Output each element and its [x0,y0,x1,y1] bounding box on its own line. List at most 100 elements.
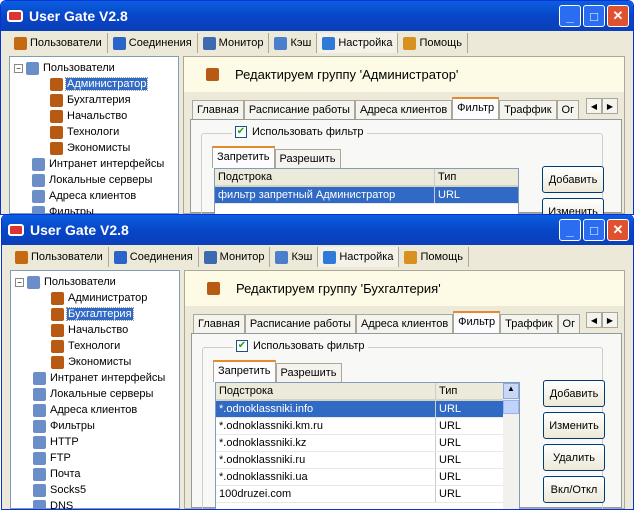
table-row[interactable]: *.odnoklassniki.kz URL [216,435,519,452]
tab-item[interactable]: Главная [192,100,244,119]
tree-item[interactable]: Технологи [11,338,179,354]
subtab-item[interactable]: Запретить [212,146,275,168]
close-button[interactable]: ✕ [607,219,629,241]
title-bar[interactable]: User Gate V2.8 _ □ ✕ [2,215,633,245]
navigation-tree[interactable]: − Пользователи Администратор Бухгалтерия Нач… [9,56,179,214]
collapse-icon[interactable]: − [14,63,23,73]
action-button[interactable]: Добавить [543,380,605,407]
toolbar-tab[interactable]: Настройка [317,33,399,53]
tab-item[interactable]: Адреса клиентов [355,314,454,333]
tree-item[interactable]: Локальные серверы [11,386,179,402]
action-button[interactable]: Добавить [542,166,604,193]
table-row[interactable]: *.odnoklassniki.km.ru URL [216,418,519,435]
tab-item[interactable]: Расписание работы [244,314,356,333]
tab-item[interactable]: Расписание работы [243,100,355,119]
subtab-item[interactable]: Разрешить [275,363,342,382]
tab-scroll-left-icon[interactable]: ◀ [586,312,602,328]
socks-icon [33,483,46,497]
tree-item[interactable]: Бухгалтерия [10,92,178,108]
action-button[interactable]: Вкл/Откл [543,476,605,503]
tree-item[interactable]: Интранет интерфейсы [10,156,178,172]
scroll-up-icon[interactable]: ▲ [503,383,519,399]
tab-item[interactable]: Ог [556,100,580,119]
table-row[interactable]: 100druzei.com URL [216,486,519,503]
toolbar-tab[interactable]: Кэш [270,247,319,267]
tree-item[interactable]: Интранет интерфейсы [11,370,179,386]
tree-item[interactable]: Администратор [10,76,178,92]
help-icon [403,36,417,50]
tree-item[interactable]: Почта [11,466,179,482]
tab-item[interactable]: Фильтр [452,97,500,119]
filter-list[interactable]: Подстрока Тип фильтр запретный Администрат… [214,168,519,214]
table-row[interactable]: *.odnoklassniki.ru URL [216,452,519,469]
table-row[interactable]: фильтр запретный Администратор URL [215,187,518,204]
editor-tabs: Главная Расписание работы Адреса клиентов Ф… [192,97,580,119]
tab-scroll-left-icon[interactable]: ◀ [586,98,602,114]
tree-item[interactable]: − Пользователи [11,274,179,290]
subtab-item[interactable]: Запретить [213,360,276,382]
title-bar[interactable]: User Gate V2.8 _ □ ✕ [1,1,633,31]
tree-item[interactable]: Socks5 [11,482,179,498]
tree-item[interactable]: Адреса клиентов [10,188,178,204]
minimize-button[interactable]: _ [559,219,581,241]
scroll-thumb[interactable] [503,400,519,414]
action-button[interactable]: Изменить [543,412,605,439]
column-header[interactable]: Тип [435,169,499,185]
table-row[interactable]: *.odnoklassniki.ua URL [216,469,519,486]
toolbar-tab[interactable]: Помощь [399,247,469,267]
action-button[interactable]: Удалить [543,444,605,471]
toolbar-tab[interactable]: Помощь [398,33,468,53]
close-button[interactable]: ✕ [607,5,629,27]
filter-list[interactable]: Подстрока Тип *.odnoklassniki.info URL *.odn… [215,382,520,509]
tree-item[interactable]: Адреса клиентов [11,402,179,418]
tab-item[interactable]: Фильтр [453,311,501,333]
toolbar-tab[interactable]: Пользователи [10,247,109,267]
tab-item[interactable]: Траффик [499,100,557,119]
tab-scroll-right-icon[interactable]: ▶ [602,312,618,328]
tab-item[interactable]: Траффик [500,314,558,333]
tree-item[interactable]: Экономисты [10,140,178,156]
column-header[interactable]: Тип [436,383,500,399]
tree-item[interactable]: Фильтры [11,418,179,434]
tab-item[interactable]: Адреса клиентов [354,100,453,119]
subtab-item[interactable]: Разрешить [274,149,341,168]
navigation-tree[interactable]: − Пользователи Администратор Бухгалтерия Нач… [10,270,180,509]
tab-scroll-right-icon[interactable]: ▶ [602,98,618,114]
tree-item[interactable]: − Пользователи [10,60,178,76]
tree-item[interactable]: Локальные серверы [10,172,178,188]
action-button[interactable]: Изменить [542,198,604,214]
tree-item[interactable]: Бухгалтерия [11,306,179,322]
tree-item-label: Socks5 [50,484,87,496]
tree-item-label: DNS [50,500,74,510]
tab-item[interactable]: Главная [193,314,245,333]
table-row[interactable]: *.odnoklassniki.info URL [216,401,519,418]
toolbar-tab[interactable]: Кэш [269,33,318,53]
collapse-icon[interactable]: − [15,277,24,287]
maximize-button[interactable]: □ [583,5,605,27]
minimize-button[interactable]: _ [559,5,581,27]
use-filter-checkbox[interactable]: ✔ Использовать фильтр [232,126,367,138]
tab-item[interactable]: Ог [557,314,581,333]
tree-item-label: Интранет интерфейсы [49,158,165,170]
tree-item[interactable]: HTTP [11,434,179,450]
tree-item[interactable]: Начальство [11,322,179,338]
toolbar-tab[interactable]: Монитор [198,33,270,53]
checkmark-icon[interactable]: ✔ [235,126,247,138]
checkmark-icon[interactable]: ✔ [236,340,248,352]
toolbar-tab[interactable]: Настройка [318,247,400,267]
tree-item[interactable]: DNS [11,498,179,510]
toolbar-tab[interactable]: Монитор [199,247,271,267]
use-filter-checkbox[interactable]: ✔ Использовать фильтр [233,340,368,352]
toolbar-tab[interactable]: Соединения [109,247,199,267]
tree-item[interactable]: Экономисты [11,354,179,370]
tree-item[interactable]: Администратор [11,290,179,306]
maximize-button[interactable]: □ [583,219,605,241]
column-header[interactable]: Подстрока [215,169,435,185]
toolbar-tab[interactable]: Соединения [108,33,198,53]
column-header[interactable]: Подстрока [216,383,436,399]
toolbar-tab[interactable]: Пользователи [9,33,108,53]
tree-item[interactable]: Технологи [10,124,178,140]
tree-item[interactable]: Начальство [10,108,178,124]
vertical-scrollbar[interactable]: ▲ [503,383,519,509]
tree-item[interactable]: FTP [11,450,179,466]
